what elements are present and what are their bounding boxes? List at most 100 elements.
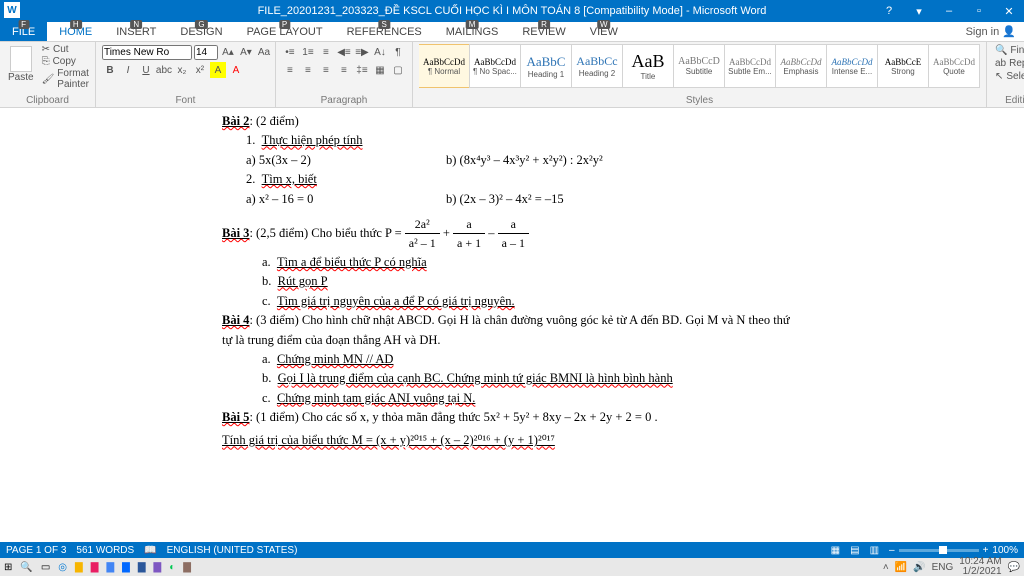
- app-icon[interactable]: ▇: [154, 562, 162, 573]
- multilevel-button[interactable]: ≡: [318, 44, 334, 60]
- numbering-button[interactable]: 1≡: [300, 44, 316, 60]
- bold-button[interactable]: B: [102, 62, 118, 78]
- task-view-button[interactable]: ▭: [41, 562, 50, 573]
- search-button[interactable]: 🔍: [20, 562, 32, 573]
- zoom-control[interactable]: – + 100%: [889, 545, 1018, 556]
- cut-button[interactable]: ✂Cut: [42, 44, 89, 55]
- zoom-level[interactable]: 100%: [992, 545, 1018, 556]
- tab-home[interactable]: HOMEH: [47, 22, 104, 41]
- view-read-mode-button[interactable]: ▤: [850, 545, 859, 556]
- style-item[interactable]: AaBbCcDdIntense E...: [826, 44, 878, 88]
- tab-references[interactable]: REFERENCESS: [335, 22, 434, 41]
- tab-view[interactable]: VIEWW: [578, 22, 630, 41]
- group-clipboard: Paste ✂Cut ⎘Copy 🖌Format Painter Clipboa…: [0, 42, 96, 107]
- document-area[interactable]: Bài 2: (2 điểm) 1. Thực hiện phép tính a…: [0, 108, 1024, 548]
- notifications-icon[interactable]: 💬: [1008, 562, 1020, 573]
- zoom-in-button[interactable]: +: [983, 545, 989, 556]
- style-item[interactable]: AaBbCcDdQuote: [928, 44, 980, 88]
- underline-button[interactable]: U: [138, 62, 154, 78]
- word-taskbar-icon[interactable]: ▇: [138, 562, 146, 573]
- app-icon[interactable]: ▇: [183, 562, 191, 573]
- sort-button[interactable]: A↓: [372, 44, 388, 60]
- view-print-layout-button[interactable]: ▦: [831, 545, 840, 556]
- justify-button[interactable]: ≡: [336, 62, 352, 78]
- word-count[interactable]: 561 WORDS: [76, 545, 134, 556]
- style-item[interactable]: AaBbCcDdSubtle Em...: [724, 44, 776, 88]
- font-name-combo[interactable]: [102, 45, 192, 60]
- bullets-button[interactable]: •≡: [282, 44, 298, 60]
- styles-gallery[interactable]: AaBbCcDd¶ NormalAaBbCcDd¶ No Spac...AaBb…: [419, 44, 980, 88]
- help-button[interactable]: ?: [874, 0, 904, 22]
- text-highlight-button[interactable]: A: [210, 62, 226, 78]
- style-item[interactable]: AaBbCcDSubtitle: [673, 44, 725, 88]
- style-item[interactable]: AaBbCcHeading 2: [571, 44, 623, 88]
- volume-icon[interactable]: 🔊: [913, 562, 925, 573]
- shrink-font-button[interactable]: A▾: [238, 44, 254, 60]
- line-spacing-button[interactable]: ‡≡: [354, 62, 370, 78]
- tray-chevron-icon[interactable]: ˄: [883, 562, 889, 573]
- spell-check-icon[interactable]: 📖: [144, 545, 156, 556]
- maximize-button[interactable]: ▫: [964, 0, 994, 22]
- close-button[interactable]: ✕: [994, 0, 1024, 22]
- minimize-button[interactable]: –: [934, 0, 964, 22]
- app-icon[interactable]: ◐: [169, 562, 175, 573]
- document-page: Bài 2: (2 điểm) 1. Thực hiện phép tính a…: [192, 108, 832, 455]
- align-right-button[interactable]: ≡: [318, 62, 334, 78]
- tab-file[interactable]: FILEF: [0, 22, 47, 41]
- zalo-icon[interactable]: ▇: [122, 562, 130, 573]
- page-indicator[interactable]: PAGE 1 OF 3: [6, 545, 66, 556]
- tab-mailings[interactable]: MAILINGSM: [434, 22, 511, 41]
- tab-pagelayout[interactable]: PAGE LAYOUTP: [235, 22, 335, 41]
- subscript-button[interactable]: x₂: [174, 62, 190, 78]
- explorer-icon[interactable]: ▇: [75, 562, 83, 573]
- grow-font-button[interactable]: A▴: [220, 44, 236, 60]
- style-item[interactable]: AaBbCHeading 1: [520, 44, 572, 88]
- group-label: Paragraph: [282, 94, 406, 106]
- decrease-indent-button[interactable]: ◀≡: [336, 44, 352, 60]
- italic-button[interactable]: I: [120, 62, 136, 78]
- brush-icon: 🖌: [42, 74, 55, 85]
- view-web-layout-button[interactable]: ▥: [870, 545, 879, 556]
- tab-design[interactable]: DESIGNG: [168, 22, 234, 41]
- tab-insert[interactable]: INSERTN: [104, 22, 168, 41]
- language-indicator[interactable]: ENG: [932, 562, 954, 573]
- zoom-slider[interactable]: [899, 549, 979, 552]
- align-left-button[interactable]: ≡: [282, 62, 298, 78]
- paste-button[interactable]: Paste: [6, 44, 36, 85]
- font-size-combo[interactable]: [194, 45, 218, 60]
- shading-button[interactable]: ▦: [372, 62, 388, 78]
- group-label: Font: [102, 94, 269, 106]
- tab-review[interactable]: REVIEWR: [510, 22, 577, 41]
- increase-indent-button[interactable]: ≡▶: [354, 44, 370, 60]
- titlebar: W FILE_20201231_203323_ĐỀ KSCL CUỐI HỌC …: [0, 0, 1024, 22]
- group-label: Clipboard: [6, 94, 89, 106]
- copy-button[interactable]: ⎘Copy: [42, 56, 89, 67]
- style-item[interactable]: AaBTitle: [622, 44, 674, 88]
- group-editing: 🔍Find ▾ abReplace ↖Select ▾ Editing: [987, 42, 1024, 107]
- replace-button[interactable]: abReplace: [993, 57, 1024, 70]
- superscript-button[interactable]: x²: [192, 62, 208, 78]
- zoom-out-button[interactable]: –: [889, 545, 895, 556]
- select-button[interactable]: ↖Select ▾: [993, 70, 1024, 83]
- style-item[interactable]: AaBbCcDdEmphasis: [775, 44, 827, 88]
- format-painter-button[interactable]: 🖌Format Painter: [42, 68, 89, 90]
- sign-in-link[interactable]: Sign in 👤: [966, 25, 1016, 38]
- style-item[interactable]: AaBbCcDd¶ No Spac...: [469, 44, 521, 88]
- font-color-button[interactable]: A: [228, 62, 244, 78]
- strikethrough-button[interactable]: abc: [156, 62, 172, 78]
- group-paragraph: •≡ 1≡ ≡ ◀≡ ≡▶ A↓ ¶ ≡ ≡ ≡ ≡ ‡≡ ▦ ▢ Paragr…: [276, 42, 413, 107]
- show-marks-button[interactable]: ¶: [390, 44, 406, 60]
- change-case-button[interactable]: Aa: [256, 44, 272, 60]
- app-icon[interactable]: ▇: [106, 562, 114, 573]
- app-icon[interactable]: ▇: [91, 562, 99, 573]
- ribbon-options-button[interactable]: ▾: [904, 0, 934, 22]
- style-item[interactable]: AaBbCcEStrong: [877, 44, 929, 88]
- borders-button[interactable]: ▢: [390, 62, 406, 78]
- start-button[interactable]: ⊞: [4, 562, 12, 573]
- find-button[interactable]: 🔍Find ▾: [993, 44, 1024, 57]
- wifi-icon[interactable]: 📶: [895, 562, 907, 573]
- language-indicator[interactable]: ENGLISH (UNITED STATES): [167, 545, 298, 556]
- align-center-button[interactable]: ≡: [300, 62, 316, 78]
- style-item[interactable]: AaBbCcDd¶ Normal: [419, 44, 470, 88]
- edge-icon[interactable]: ◎: [58, 562, 67, 573]
